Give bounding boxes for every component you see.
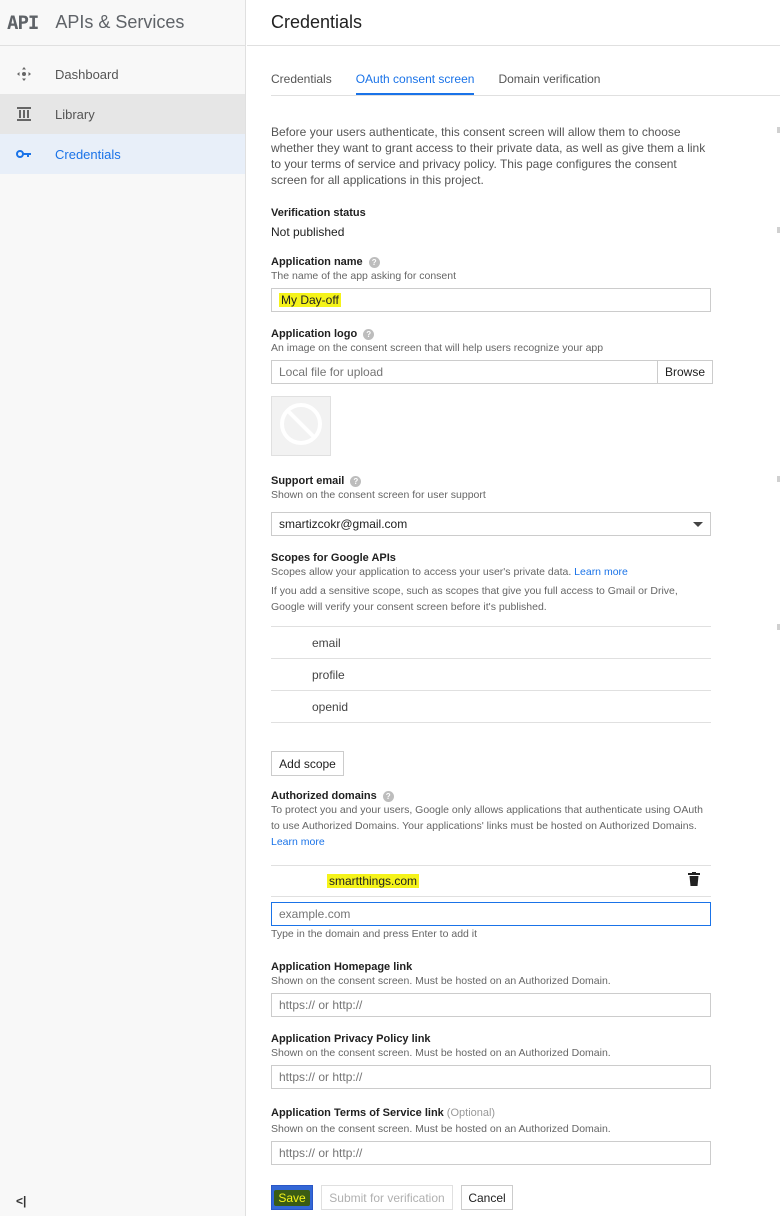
key-icon [16,146,32,162]
tos-input[interactable]: https:// or http:// [271,1141,711,1165]
privacy-input[interactable]: https:// or http:// [271,1065,711,1089]
tos-optional: (Optional) [446,1107,496,1119]
consent-form: Credentials OAuth consent screen Domain … [271,46,780,1210]
dashboard-icon [16,66,32,82]
scope-row-profile: profile [271,658,711,690]
sidebar-title: APIs & Services [55,12,185,32]
top-bar: Credentials [247,0,780,46]
sidebar: API APIs & Services Dashboard Library Cr… [0,0,246,1216]
logo-preview [271,396,331,456]
verification-status-label: Verification status [271,207,366,219]
scopes-learn-more-link[interactable]: Learn more [574,566,628,578]
app-name-value: My Day-off [279,293,341,307]
app-name-label: Application name ? [271,256,380,268]
tos-desc: Shown on the consent screen. Must be hos… [271,1123,611,1135]
tos-label: Application Terms of Service link (Optio… [271,1107,495,1119]
logo-file-input[interactable]: Local file for upload [271,360,658,384]
tos-placeholder: https:// or http:// [279,1146,363,1160]
app-name-desc: The name of the app asking for consent [271,270,457,282]
privacy-label: Application Privacy Policy link [271,1033,431,1045]
cancel-button[interactable]: Cancel [461,1185,513,1210]
help-icon[interactable]: ? [368,256,380,268]
help-icon[interactable]: ? [363,328,375,340]
domain-input[interactable]: example.com [271,902,711,926]
tab-bar: Credentials OAuth consent screen Domain … [271,46,780,96]
support-email-value: smartizcokr@gmail.com [279,517,408,531]
support-email-select[interactable]: smartizcokr@gmail.com [271,512,711,536]
api-logo: API [7,11,39,34]
sidebar-item-credentials[interactable]: Credentials [0,134,245,174]
domains-learn-more-link[interactable]: Learn more [271,836,325,848]
scope-row-email: email [271,626,711,658]
sidebar-item-dashboard[interactable]: Dashboard [0,54,245,94]
tab-domain-verification[interactable]: Domain verification [498,46,600,95]
app-logo-label: Application logo ? [271,328,375,340]
library-icon [16,106,32,122]
sidebar-item-label: Library [55,106,95,122]
authorized-domains-desc-text: To protect you and your users, Google on… [271,804,703,832]
dropdown-arrow-icon [693,517,703,531]
support-email-label: Support email ? [271,475,362,487]
domain-value: smartthings.com [327,874,420,888]
app-logo-label-text: Application logo [271,328,358,340]
tab-credentials[interactable]: Credentials [271,46,332,95]
sidebar-item-label: Dashboard [55,66,119,82]
domain-input-hint: Type in the domain and press Enter to ad… [271,928,478,940]
privacy-placeholder: https:// or http:// [279,1070,363,1084]
sidebar-item-library[interactable]: Library [0,94,245,134]
page-title: Credentials [271,12,363,32]
app-name-input[interactable]: My Day-off [271,288,711,312]
scope-openid: openid [312,699,349,714]
domain-input-placeholder: example.com [279,907,351,921]
homepage-input[interactable]: https:// or http:// [271,993,711,1017]
app-logo-desc: An image on the consent screen that will… [271,342,604,354]
homepage-label: Application Homepage link [271,961,413,973]
main-panel: Credentials Credentials OAuth consent sc… [247,0,780,1216]
app-name-label-text: Application name [271,256,363,268]
sidebar-header: API APIs & Services [0,0,245,46]
scopes-desc-text: Scopes allow your application to access … [271,566,572,578]
submit-for-verification-button[interactable]: Submit for verification [321,1185,453,1210]
trash-icon[interactable] [688,871,700,891]
logo-file-placeholder: Local file for upload [279,365,384,379]
scopes-desc: Scopes allow your application to access … [271,564,628,580]
authorized-domains-label-text: Authorized domains [271,790,377,802]
authorized-domains-desc: To protect you and your users, Google on… [271,802,711,850]
intro-text: Before your users authenticate, this con… [271,125,706,187]
browse-button[interactable]: Browse [657,360,713,384]
scopes-label: Scopes for Google APIs [271,552,396,564]
sidebar-item-label: Credentials [55,146,121,162]
scopes-note: If you add a sensitive scope, such as sc… [271,585,678,613]
scope-divider [271,722,711,723]
scope-profile: profile [312,667,345,682]
tab-oauth-consent-screen[interactable]: OAuth consent screen [355,46,475,95]
support-email-desc: Shown on the consent screen for user sup… [271,489,486,501]
no-image-icon [278,401,324,452]
help-icon[interactable]: ? [350,475,362,487]
add-scope-button[interactable]: Add scope [271,751,344,776]
homepage-placeholder: https:// or http:// [279,998,363,1012]
scope-row-openid: openid [271,690,711,722]
homepage-desc: Shown on the consent screen. Must be hos… [271,975,611,987]
help-icon[interactable]: ? [382,790,394,802]
tos-label-text: Application Terms of Service link [271,1107,444,1119]
domain-row: smartthings.com [271,865,711,897]
privacy-desc: Shown on the consent screen. Must be hos… [271,1047,611,1059]
save-label: Save [274,1189,310,1206]
authorized-domains-label: Authorized domains ? [271,790,394,802]
verification-status-value: Not published [271,225,345,239]
collapse-icon[interactable]: <| [16,1194,26,1208]
support-email-label-text: Support email [271,475,345,487]
scope-email: email [312,635,341,650]
save-button[interactable]: Save [271,1185,313,1210]
